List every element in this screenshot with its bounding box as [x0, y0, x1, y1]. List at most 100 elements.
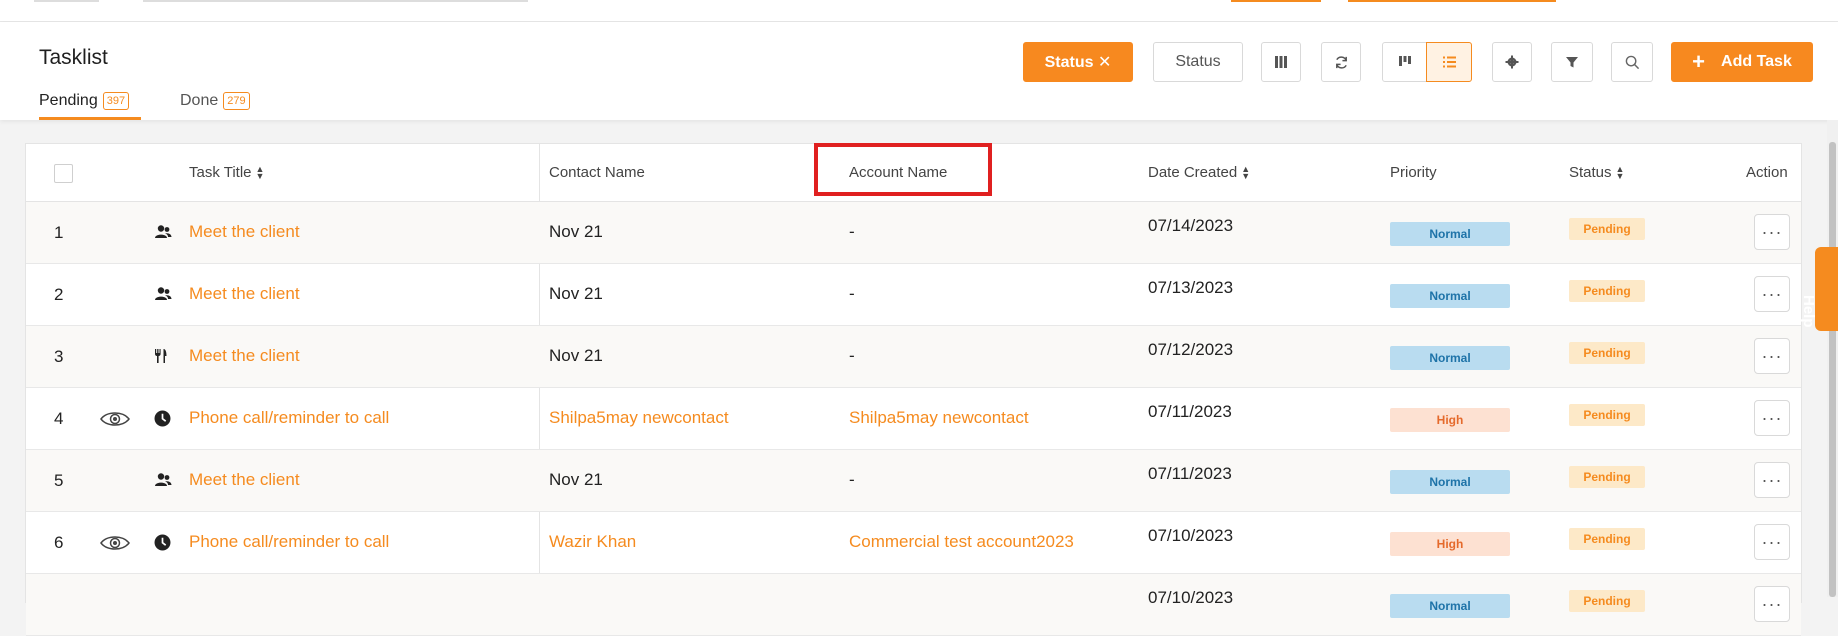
column-header-date-created[interactable]: Date Created ▲ ▼	[1148, 164, 1250, 181]
column-label: Date Created	[1148, 164, 1238, 181]
priority-badge: Normal	[1390, 594, 1510, 618]
row-action-menu-button[interactable]: ···	[1754, 276, 1790, 312]
column-header-status[interactable]: Status ▲ ▼	[1569, 164, 1624, 181]
priority-badge: Normal	[1390, 284, 1510, 308]
table-row[interactable]: 6 Phone call/reminder to call Wazir Khan Co…	[26, 512, 1801, 574]
date-created: 07/14/2023	[1148, 216, 1234, 235]
gear-icon	[1505, 55, 1519, 69]
task-title-link[interactable]: Meet the client	[189, 284, 300, 304]
search-bar-fragment[interactable]	[143, 0, 528, 2]
columns-icon	[1275, 56, 1287, 68]
eye-icon[interactable]	[100, 410, 130, 433]
column-label: Priority	[1390, 164, 1437, 181]
column-header-contact-name: Contact Name	[549, 164, 645, 181]
task-title-link[interactable]: Meet the client	[189, 470, 300, 490]
eye-icon[interactable]	[100, 534, 130, 557]
page-title: Tasklist	[39, 46, 108, 69]
table-row[interactable]: 3 Meet the client Nov 21 - 07/12/2023 Normal P…	[26, 326, 1801, 388]
column-label: Action	[1746, 164, 1788, 181]
date-created: 07/13/2023	[1148, 278, 1234, 297]
account-name[interactable]: Commercial test account2023	[849, 532, 1074, 552]
add-task-button[interactable]: + Add Task	[1671, 42, 1813, 82]
contact-name: Nov 21	[549, 284, 603, 303]
task-table: Task Title ▲ ▼ Contact Name Account Name …	[25, 143, 1802, 636]
row-action-menu-button[interactable]: ···	[1754, 524, 1790, 560]
kanban-icon	[1398, 56, 1411, 66]
row-number: 5	[54, 471, 64, 490]
refresh-button[interactable]	[1321, 42, 1361, 82]
scrollbar-thumb[interactable]	[1829, 142, 1836, 597]
list-view-button[interactable]	[1426, 42, 1472, 82]
contact-name[interactable]: Wazir Khan	[549, 532, 636, 552]
row-number: 6	[54, 533, 64, 552]
sort-icon: ▲ ▼	[1241, 163, 1251, 181]
row-action-menu-button[interactable]: ···	[1754, 214, 1790, 250]
nav-fragment	[34, 0, 99, 2]
filter-button[interactable]	[1551, 42, 1593, 82]
help-tab[interactable]: Help	[1800, 247, 1838, 331]
table-row[interactable]: 5 Meet the client Nov 21 - 07/11/2023 Normal P…	[26, 450, 1801, 512]
status-badge: Pending	[1569, 528, 1645, 550]
task-title-link[interactable]: Phone call/reminder to call	[189, 532, 389, 552]
nav-button-fragment[interactable]	[1348, 0, 1556, 2]
columns-button[interactable]	[1261, 42, 1301, 82]
column-label: Status	[1569, 164, 1612, 181]
plus-icon: +	[1692, 49, 1706, 74]
tab-pending[interactable]: Pending 397	[39, 89, 130, 113]
priority-badge: High	[1390, 408, 1510, 432]
column-header-task-title[interactable]: Task Title ▲ ▼	[189, 164, 264, 181]
contacts-icon	[154, 224, 172, 245]
fork-knife-icon	[154, 348, 168, 369]
row-action-menu-button[interactable]: ···	[1754, 586, 1790, 622]
column-label: Contact Name	[549, 164, 645, 181]
account-name: -	[849, 222, 855, 241]
clock-icon	[154, 410, 171, 432]
task-title-link[interactable]: Meet the client	[189, 222, 300, 242]
row-action-menu-button[interactable]: ···	[1754, 400, 1790, 436]
contact-name: Nov 21	[549, 346, 603, 365]
table-row[interactable]: 1 Meet the client Nov 21 - 07/14/2023 Normal P…	[26, 202, 1801, 264]
tab-label: Pending	[39, 92, 98, 109]
nav-button-fragment[interactable]	[1231, 0, 1321, 2]
date-created: 07/12/2023	[1148, 340, 1234, 359]
select-all-checkbox[interactable]	[54, 164, 73, 183]
add-task-label: Add Task	[1721, 53, 1792, 70]
clock-icon	[154, 534, 171, 556]
contacts-icon	[154, 472, 172, 493]
list-icon	[1442, 56, 1456, 68]
active-tab-indicator	[39, 117, 141, 120]
account-name: -	[849, 470, 855, 489]
kanban-view-button[interactable]	[1382, 42, 1427, 82]
column-header-action: Action	[1746, 164, 1788, 181]
tasklist-header: Tasklist Pending 397 Done 279 Status ✕ S…	[0, 22, 1838, 120]
status-badge: Pending	[1569, 280, 1645, 302]
sort-icon: ▲ ▼	[255, 163, 265, 181]
tab-done[interactable]: Done 279	[180, 89, 250, 113]
task-title-link[interactable]: Meet the client	[189, 346, 300, 366]
row-action-menu-button[interactable]: ···	[1754, 338, 1790, 374]
row-number: 3	[54, 347, 64, 366]
contacts-icon	[154, 286, 172, 307]
search-button[interactable]	[1611, 42, 1653, 82]
status-filter-chip[interactable]: Status ✕	[1023, 42, 1133, 82]
task-title-link[interactable]: Phone call/reminder to call	[189, 408, 389, 428]
row-action-menu-button[interactable]: ···	[1754, 462, 1790, 498]
account-name[interactable]: Shilpa5may newcontact	[849, 408, 1029, 428]
column-label: Task Title	[189, 164, 252, 181]
settings-button[interactable]	[1492, 42, 1532, 82]
priority-badge: Normal	[1390, 346, 1510, 370]
account-name: -	[849, 346, 855, 365]
status-button[interactable]: Status	[1153, 42, 1243, 82]
contact-name[interactable]: Shilpa5may newcontact	[549, 408, 729, 428]
table-row[interactable]: 2 Meet the client Nov 21 - 07/13/2023 Normal P…	[26, 264, 1801, 326]
date-created: 07/11/2023	[1148, 464, 1232, 483]
contact-name: Nov 21	[549, 222, 603, 241]
account-name: -	[849, 284, 855, 303]
status-badge: Pending	[1569, 466, 1645, 488]
column-header-priority: Priority	[1390, 164, 1437, 181]
table-row[interactable]: 07/10/2023 Normal Pending ···	[26, 574, 1801, 636]
table-row[interactable]: 4 Phone call/reminder to call Shilpa5may n…	[26, 388, 1801, 450]
status-badge: Pending	[1569, 218, 1645, 240]
status-badge: Pending	[1569, 404, 1645, 426]
count-badge: 397	[102, 92, 130, 110]
